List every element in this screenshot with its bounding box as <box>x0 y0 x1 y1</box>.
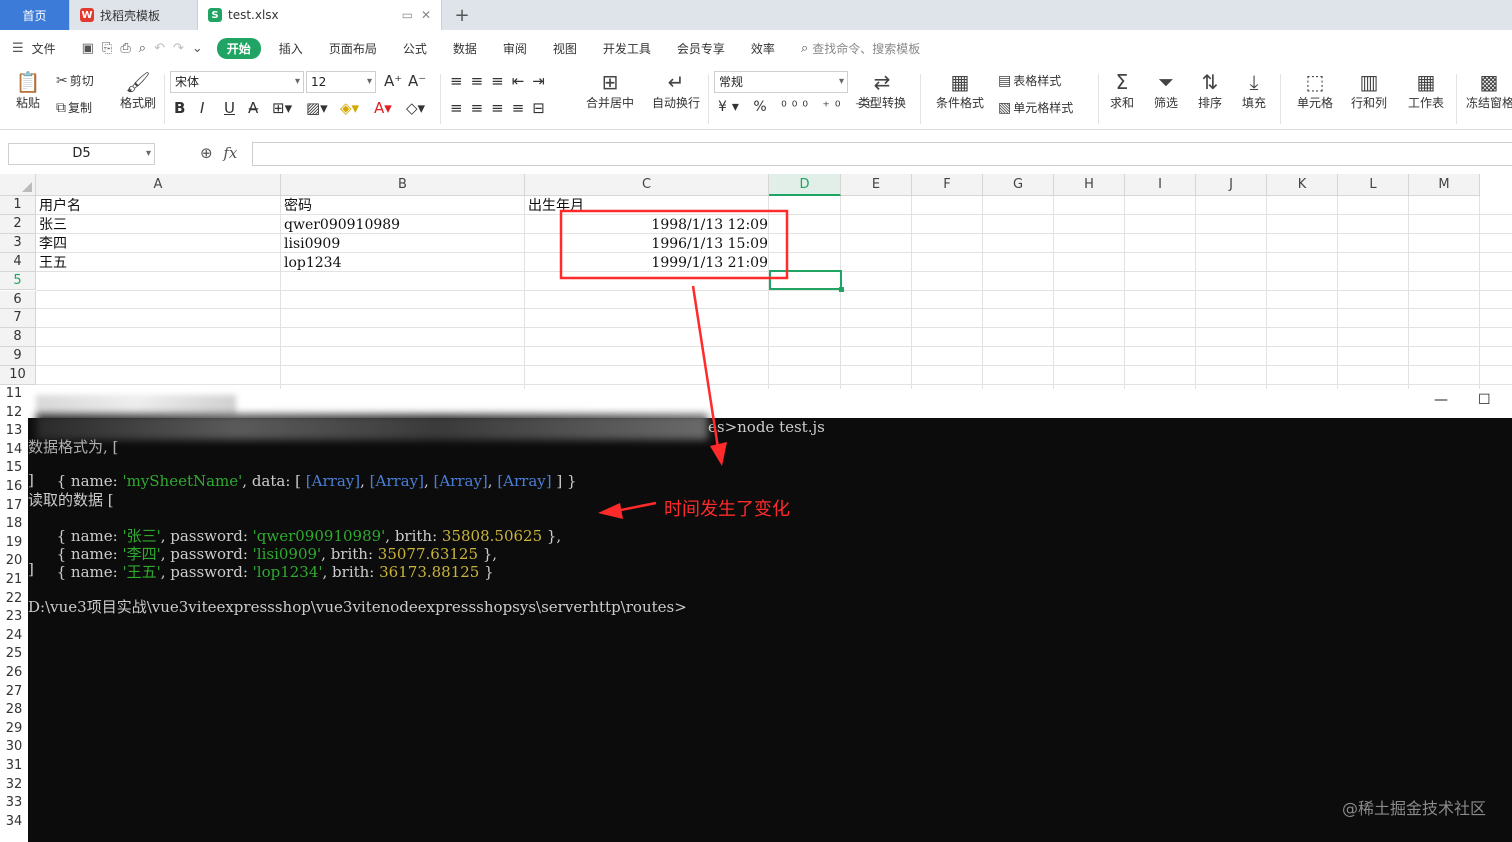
annotation-overlay <box>559 209 789 519</box>
highlight-box <box>559 209 789 280</box>
watermark: @稀土掘金技术社区 <box>1341 799 1486 818</box>
annotation-label: 时间发生了变化 <box>664 499 790 520</box>
screen: 首页 W 找稻壳模板 S test.xlsx ▭ ✕ + ☰ 文件 ▣ ⎘ ⎙ … <box>0 0 1512 842</box>
arrow-down-head <box>710 442 727 466</box>
arrow-left-line <box>615 501 657 513</box>
arrow-left-head <box>598 503 623 519</box>
arrow-down-line <box>691 285 720 449</box>
